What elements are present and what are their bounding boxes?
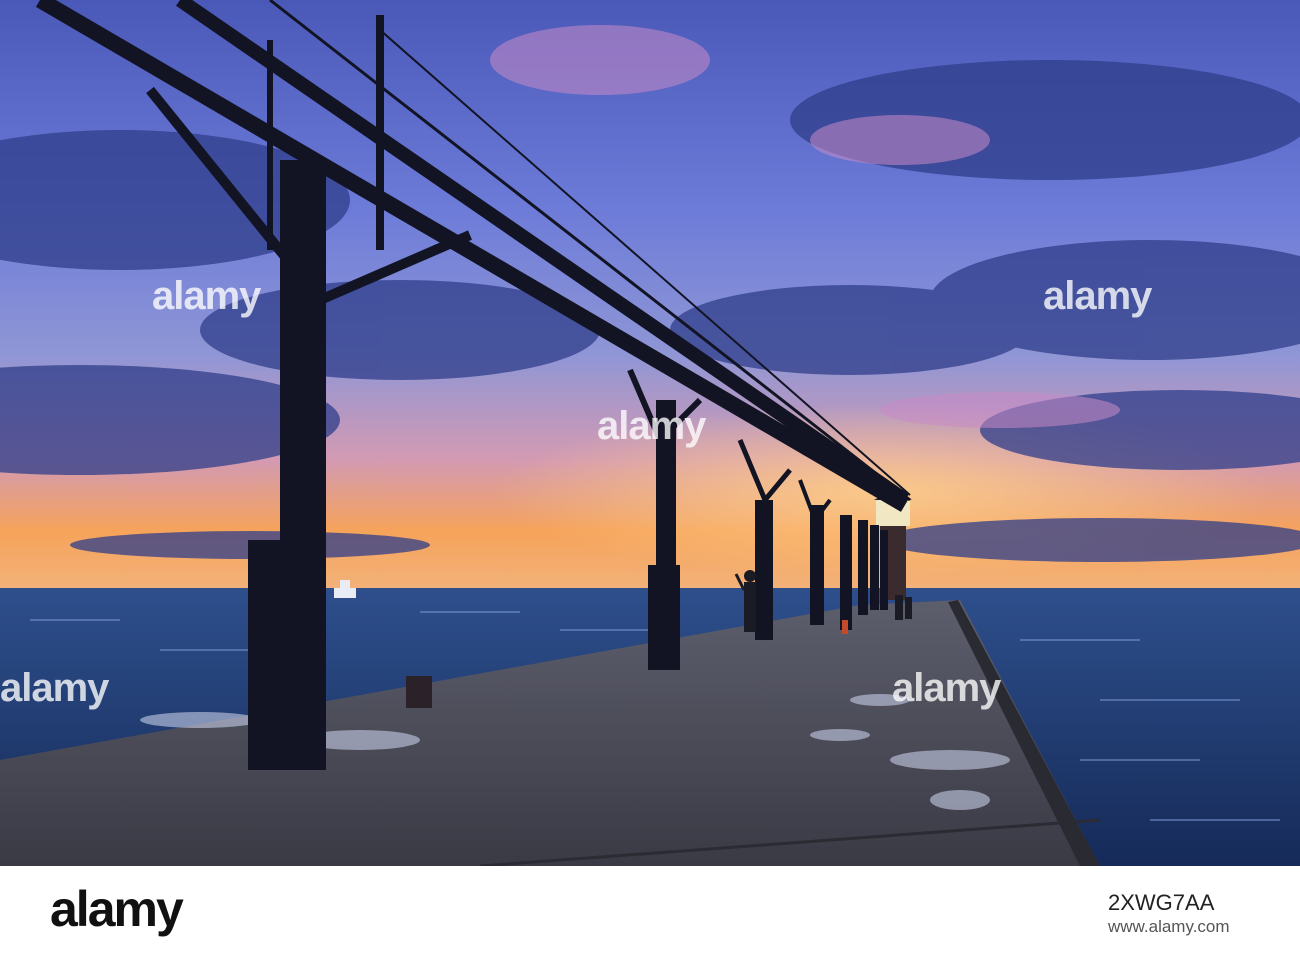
site-url-label: www.alamy.com xyxy=(1108,917,1230,936)
image-id-label: 2XWG7AA xyxy=(1108,890,1215,915)
watermark-text: alamy xyxy=(0,666,109,710)
footer-bar xyxy=(0,866,1300,956)
watermark-text: alamy xyxy=(1043,274,1152,318)
watermark-text: alamy xyxy=(152,274,261,318)
footer-logo: alamy xyxy=(50,881,184,937)
bollard xyxy=(406,676,432,708)
photo-stage: alamy alamy alamy alamy alamy alamy 2XWG… xyxy=(0,0,1300,956)
watermark-text: alamy xyxy=(892,666,1001,710)
watermark-text: alamy xyxy=(597,404,706,448)
